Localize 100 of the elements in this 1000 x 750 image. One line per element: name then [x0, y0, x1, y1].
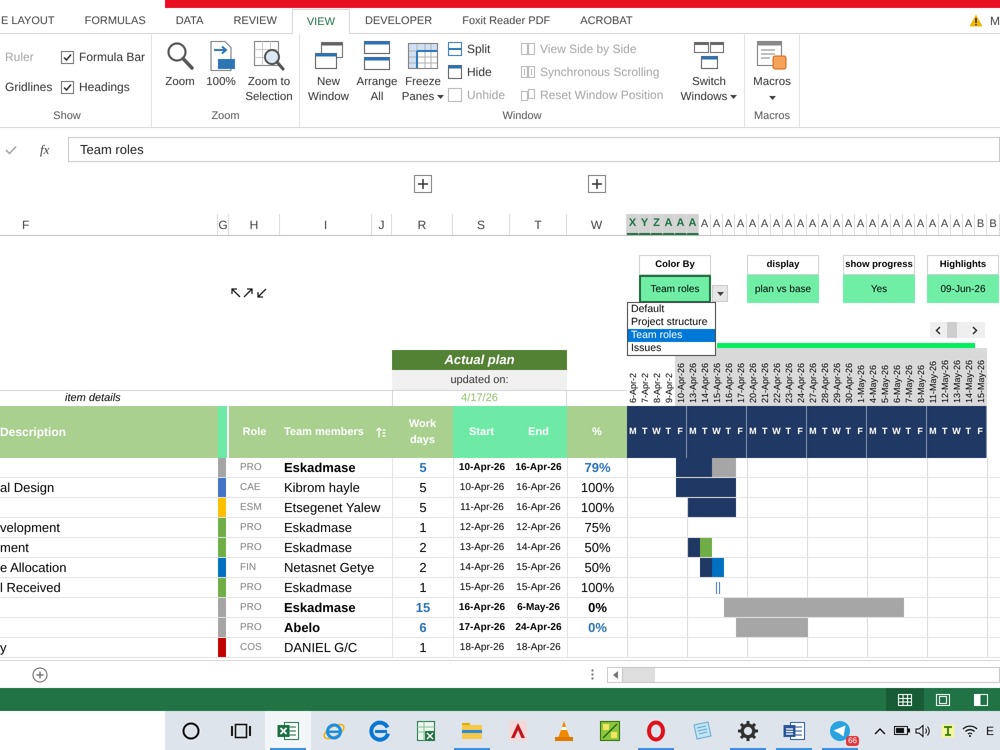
column-header[interactable]: Z [651, 214, 663, 235]
column-header[interactable]: B [975, 214, 987, 235]
column-header[interactable]: A [903, 214, 915, 235]
account-name[interactable]: M [990, 12, 1000, 30]
column-header[interactable]: A [951, 214, 963, 235]
ribbon-tab[interactable]: Foxit Reader PDF [447, 8, 566, 33]
caret-down-icon [716, 292, 724, 296]
column-header[interactable]: A [783, 214, 795, 235]
column-header[interactable]: A [699, 214, 711, 235]
column-header[interactable]: A [711, 214, 723, 235]
expand-button[interactable] [588, 175, 606, 193]
column-header[interactable]: H [229, 214, 280, 235]
column-header[interactable]: A [891, 214, 903, 235]
insert-function-button[interactable]: fx [40, 140, 50, 160]
zoom-to-selection-button[interactable]: Zoom to Selection [242, 34, 296, 105]
language-indicator[interactable]: E [986, 722, 994, 740]
checkbox-option[interactable]: Formula Bar [61, 48, 146, 66]
switch-windows-button[interactable]: Switch Windows [676, 34, 742, 105]
expand-button[interactable] [414, 175, 432, 193]
messenger-app-button[interactable]: 66 [817, 711, 863, 750]
column-header[interactable]: A [735, 214, 747, 235]
ribbon-tab[interactable]: ACROBAT [565, 8, 648, 33]
column-header[interactable]: A [747, 214, 759, 235]
column-header[interactable]: G [218, 214, 229, 235]
ribbon-tab[interactable]: DATA [160, 8, 218, 33]
battery-icon[interactable] [894, 724, 911, 737]
control-label: Color By [639, 255, 711, 275]
check-icon[interactable] [5, 144, 17, 154]
normal-view-button[interactable] [886, 688, 924, 711]
column-header[interactable]: A [915, 214, 927, 235]
table-cell: 5 [392, 498, 453, 517]
column-header[interactable]: A [807, 214, 819, 235]
scroll-thumb[interactable] [623, 668, 655, 682]
checkbox[interactable] [61, 80, 74, 94]
column-header[interactable]: A [771, 214, 783, 235]
column-header[interactable]: A [687, 214, 699, 235]
resize-arrows-icon[interactable] [230, 287, 268, 299]
column-header[interactable]: B [987, 214, 1000, 235]
ribbon-tab[interactable]: REVIEW [218, 8, 292, 33]
column-header[interactable]: Y [639, 214, 651, 235]
date-label: 24-Apr-26 [796, 362, 806, 403]
weekday-label: F [676, 425, 684, 438]
wifi-icon[interactable] [962, 724, 978, 737]
spreadsheet-app-button[interactable] [265, 711, 311, 750]
scroll-thumb[interactable] [947, 322, 957, 338]
zoom-button[interactable]: Zoom [160, 34, 200, 90]
dropdown-option[interactable]: Issues [628, 342, 715, 355]
arrange-all-button[interactable]: Arrange All [354, 34, 400, 105]
column-header[interactable]: A [867, 214, 879, 235]
dropdown-button[interactable] [712, 285, 728, 302]
splitter-icon[interactable] [591, 669, 594, 680]
checkbox-option[interactable]: Headings [61, 78, 130, 96]
zoom-100-button[interactable]: 100% [203, 34, 239, 90]
option-label[interactable]: Gridlines [5, 78, 52, 96]
control-value[interactable]: 09-Jun-26 [927, 275, 999, 303]
volume-icon[interactable] [915, 724, 931, 738]
column-header[interactable]: S [453, 214, 510, 235]
table-cell-text: al Design [0, 478, 54, 497]
add-sheet-button[interactable] [32, 666, 48, 682]
column-header[interactable]: A [819, 214, 831, 235]
new-window-button[interactable]: New Window [305, 34, 352, 105]
control-value[interactable]: Yes [843, 275, 915, 303]
ribbon-tab[interactable]: DEVELOPER [350, 8, 448, 33]
ribbon-tab[interactable]: VIEW [292, 9, 350, 34]
dropdown-option[interactable]: Project structure [628, 316, 715, 329]
column-header[interactable]: R [392, 214, 453, 235]
column-header[interactable]: F [0, 214, 218, 235]
column-header[interactable]: A [879, 214, 891, 235]
column-header[interactable]: A [675, 214, 687, 235]
freeze-panes-button[interactable]: Freeze Panes [401, 34, 445, 105]
column-header: Work days [392, 406, 453, 458]
dropdown-option[interactable]: Team roles [628, 329, 715, 342]
hide-button[interactable]: Hide [447, 60, 513, 83]
ribbon-tab[interactable]: E LAYOUT [0, 8, 70, 33]
column-header[interactable]: I [280, 214, 372, 235]
control-value[interactable]: plan vs base [747, 275, 819, 303]
column-header[interactable]: J [372, 214, 392, 235]
horizontal-scrollbar[interactable] [623, 666, 1000, 682]
input-method-icon[interactable] [941, 724, 955, 738]
column-header[interactable]: A [663, 214, 675, 235]
column-header[interactable]: T [510, 214, 567, 235]
formula-input[interactable]: Team roles [68, 137, 1000, 162]
date-label: 28-Apr-26 [820, 362, 830, 403]
split-button[interactable]: Split [447, 37, 513, 60]
column-header[interactable]: A [963, 214, 975, 235]
column-header[interactable]: A [795, 214, 807, 235]
column-header[interactable]: A [831, 214, 843, 235]
checkbox[interactable] [61, 50, 74, 64]
column-header[interactable]: A [939, 214, 951, 235]
column-header[interactable]: A [855, 214, 867, 235]
column-header[interactable]: A [759, 214, 771, 235]
column-header[interactable]: A [927, 214, 939, 235]
column-header[interactable]: A [843, 214, 855, 235]
column-header[interactable]: A [723, 214, 735, 235]
ribbon-tab[interactable]: FORMULAS [70, 8, 161, 33]
control-value[interactable]: Team roles [639, 275, 711, 303]
chevron-up-icon[interactable] [874, 726, 886, 734]
column-header[interactable]: X [627, 214, 639, 235]
dropdown-option[interactable]: Default [628, 303, 715, 316]
macros-button[interactable]: Macros [749, 34, 795, 100]
